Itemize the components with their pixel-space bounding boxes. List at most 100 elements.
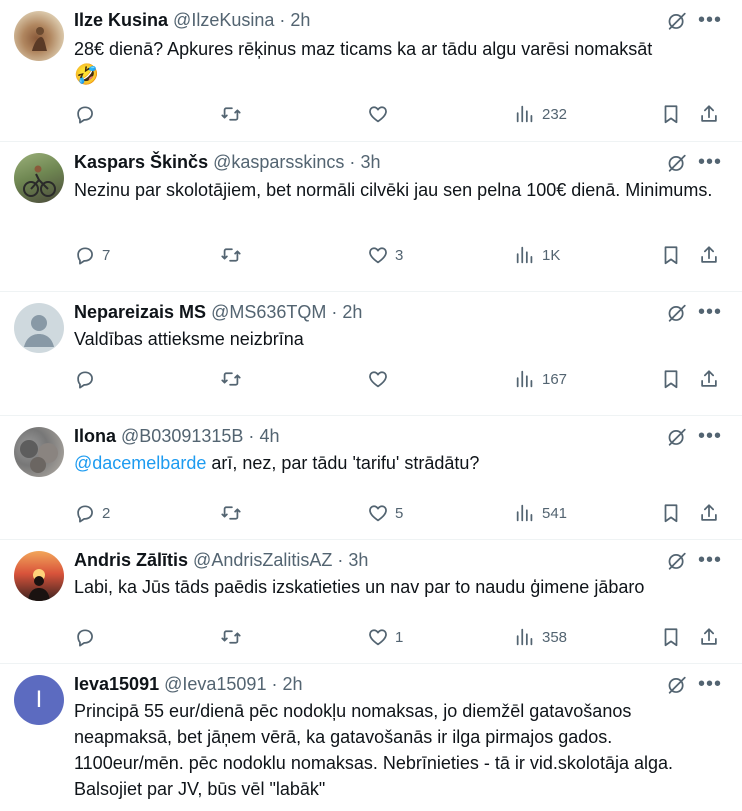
like-button[interactable] [367, 101, 395, 127]
bookmark-button[interactable] [660, 101, 682, 127]
share-icon [698, 502, 720, 524]
grok-icon[interactable] [666, 302, 688, 324]
avatar[interactable] [14, 551, 64, 601]
tweet-header: Ilze Kusina @IlzeKusina · 2h [74, 8, 612, 32]
more-icon[interactable]: ••• [698, 424, 722, 448]
laughing-emoji: 🤣 [74, 64, 99, 86]
like-button[interactable]: 3 [367, 242, 403, 268]
retweet-button[interactable] [220, 500, 248, 526]
bookmark-button[interactable] [660, 242, 682, 268]
like-button[interactable] [367, 366, 395, 392]
share-button[interactable] [698, 101, 720, 127]
retweet-button[interactable] [220, 624, 248, 650]
views-button[interactable]: 167 [514, 366, 567, 392]
share-button[interactable] [698, 242, 720, 268]
author-name[interactable]: Ilona [74, 426, 116, 446]
reply-button[interactable]: 2 [74, 500, 110, 526]
grok-icon[interactable] [666, 426, 688, 448]
retweet-button[interactable] [220, 242, 248, 268]
bookmark-icon [660, 368, 682, 390]
view-count: 167 [542, 370, 568, 388]
retweet-icon [220, 626, 242, 648]
avatar[interactable] [14, 303, 64, 353]
timestamp[interactable]: 4h [259, 426, 279, 446]
bookmark-icon [660, 502, 682, 524]
grok-icon[interactable] [666, 550, 688, 572]
timestamp[interactable]: 2h [290, 10, 310, 30]
reply-button[interactable] [74, 101, 102, 127]
tweet[interactable]: Andris Zālītis @AndrisZalitisAZ · 3h •••… [0, 540, 742, 664]
author-name[interactable]: Nepareizais MS [74, 302, 206, 322]
author-handle[interactable]: @IlzeKusina [173, 10, 274, 30]
retweet-icon [220, 244, 242, 266]
tweet[interactable]: Kaspars Škinčs @kasparsskincs · 3h ••• N… [0, 142, 742, 292]
tweet-header: Nepareizais MS @MS636TQM · 2h [74, 300, 612, 324]
more-icon[interactable]: ••• [698, 300, 722, 324]
tweet-text: Labi, ka Jūs tāds paēdis izskatieties un… [74, 577, 645, 597]
avatar[interactable] [14, 427, 64, 477]
bookmark-icon [660, 244, 682, 266]
author-handle[interactable]: @MS636TQM [211, 302, 326, 322]
author-name[interactable]: Ieva15091 [74, 674, 159, 694]
reply-icon [74, 368, 96, 390]
tweet[interactable]: I Ieva15091 @Ieva15091 · 2h ••• Principā… [0, 664, 742, 811]
share-button[interactable] [698, 500, 720, 526]
author-handle[interactable]: @B03091315B [121, 426, 243, 446]
timestamp[interactable]: 3h [348, 550, 368, 570]
more-icon[interactable]: ••• [698, 150, 722, 174]
view-count: 232 [542, 105, 568, 123]
share-button[interactable] [698, 366, 720, 392]
view-count: 1K [542, 246, 561, 264]
more-icon[interactable]: ••• [698, 672, 722, 696]
more-icon[interactable]: ••• [698, 8, 722, 32]
view-count: 358 [542, 628, 568, 646]
retweet-button[interactable] [220, 101, 248, 127]
tweet[interactable]: Ilze Kusina @IlzeKusina · 2h ••• 28€ die… [0, 0, 742, 142]
bookmark-button[interactable] [660, 624, 682, 650]
author-handle[interactable]: @AndrisZalitisAZ [193, 550, 332, 570]
tweet-header: Ieva15091 @Ieva15091 · 2h [74, 672, 612, 696]
reply-button[interactable]: 7 [74, 242, 110, 268]
tweet-header: Andris Zālītis @AndrisZalitisAZ · 3h [74, 548, 612, 572]
reply-button[interactable] [74, 366, 102, 392]
share-button[interactable] [698, 624, 720, 650]
author-name[interactable]: Andris Zālītis [74, 550, 188, 570]
author-name[interactable]: Ilze Kusina [74, 10, 168, 30]
like-button[interactable]: 5 [367, 500, 403, 526]
author-handle[interactable]: @kasparsskincs [213, 152, 344, 172]
separator-dot: · [331, 302, 338, 322]
avatar[interactable] [14, 153, 64, 203]
mention-link[interactable]: @dacemelbarde [74, 453, 206, 473]
separator-dot: · [271, 674, 278, 694]
timestamp[interactable]: 3h [360, 152, 380, 172]
views-button[interactable]: 1K [514, 242, 560, 268]
like-count: 3 [395, 246, 404, 264]
view-count: 541 [542, 504, 568, 522]
grok-icon[interactable] [666, 674, 688, 696]
views-button[interactable]: 541 [514, 500, 567, 526]
views-button[interactable]: 358 [514, 624, 567, 650]
reply-icon [74, 626, 96, 648]
views-button[interactable]: 232 [514, 101, 567, 127]
views-icon [514, 103, 536, 125]
reply-button[interactable] [74, 624, 102, 650]
more-icon[interactable]: ••• [698, 548, 722, 572]
author-name[interactable]: Kaspars Škinčs [74, 152, 208, 172]
tweet[interactable]: Nepareizais MS @MS636TQM · 2h ••• Valdīb… [0, 292, 742, 416]
retweet-icon [220, 103, 242, 125]
retweet-button[interactable] [220, 366, 248, 392]
timestamp[interactable]: 2h [283, 674, 303, 694]
tweet-text-content: 28€ dienā? Apkures rēķinus maz ticams ka… [74, 39, 653, 59]
timestamp[interactable]: 2h [342, 302, 362, 322]
author-handle[interactable]: @Ieva15091 [164, 674, 266, 694]
tweet-text: Nezinu par skolotājiem, bet normāli cilv… [74, 180, 713, 200]
like-button[interactable]: 1 [367, 624, 403, 650]
avatar[interactable]: I [14, 675, 64, 725]
tweet[interactable]: Ilona @B03091315B · 4h ••• @dacemelbarde… [0, 416, 742, 540]
bookmark-button[interactable] [660, 366, 682, 392]
bookmark-button[interactable] [660, 500, 682, 526]
avatar[interactable] [14, 11, 64, 61]
grok-icon[interactable] [666, 10, 688, 32]
grok-icon[interactable] [666, 152, 688, 174]
bookmark-icon [660, 103, 682, 125]
